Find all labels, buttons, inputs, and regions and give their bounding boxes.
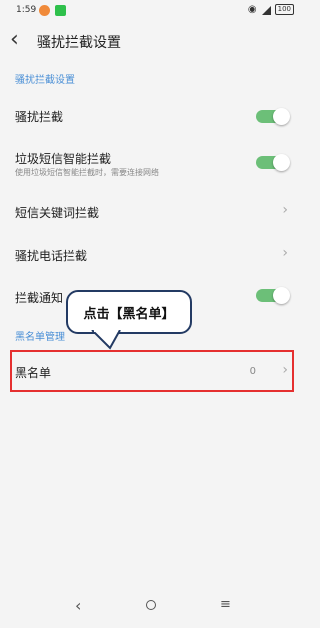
page-title: 骚扰拦截设置: [37, 35, 121, 51]
callout-pointer: [91, 330, 121, 350]
highlight-frame: [10, 350, 294, 392]
row-keyword-block[interactable]: 短信关键词拦截 ›: [0, 192, 302, 232]
toggle-knob: [273, 154, 290, 171]
signal-icon: [261, 5, 271, 15]
nav-menu-icon[interactable]: ≡: [220, 597, 231, 612]
callout-text: 点击【黑名单】: [83, 307, 175, 322]
instruction-callout: 点击【黑名单】: [66, 290, 192, 350]
row-call-block-label: 骚扰电话拦截: [15, 249, 88, 263]
status-bar: 1:59 ◉ 100: [0, 0, 302, 22]
notify-toggle[interactable]: [256, 287, 290, 304]
row-spam-sms-label: 垃圾短信智能拦截: [15, 152, 112, 166]
back-arrow-icon[interactable]: ‹: [10, 29, 19, 51]
row-call-block[interactable]: 骚扰电话拦截 ›: [0, 236, 302, 276]
section-header-settings: 骚扰拦截设置: [15, 75, 75, 86]
nav-back-icon[interactable]: ‹: [75, 596, 81, 615]
row-keyword-block-label: 短信关键词拦截: [15, 206, 100, 220]
nav-home-icon[interactable]: [146, 600, 156, 610]
section-header-blacklist: 黑名单管理: [15, 332, 65, 343]
toggle-knob: [273, 108, 290, 125]
status-time: 1:59: [16, 5, 37, 15]
row-spam-sms[interactable]: 垃圾短信智能拦截 使用垃圾短信智能拦截时，需要连接网络: [0, 140, 302, 184]
chevron-right-icon: ›: [282, 245, 288, 261]
status-indicators: ◉ 100: [248, 4, 294, 15]
row-harass-block[interactable]: 骚扰拦截: [0, 96, 302, 136]
navigation-bar: ‹ ≡: [0, 590, 302, 622]
toggle-knob: [273, 287, 290, 304]
chevron-right-icon: ›: [282, 202, 288, 218]
wifi-icon: ◉: [247, 4, 257, 15]
row-spam-sms-subtitle: 使用垃圾短信智能拦截时，需要连接网络: [15, 168, 159, 177]
row-notify-label: 拦截通知: [15, 291, 64, 305]
notification-app-icon: [39, 5, 50, 16]
notification-message-icon: [55, 5, 66, 16]
title-bar: ‹ 骚扰拦截设置: [0, 25, 302, 57]
harass-block-toggle[interactable]: [256, 108, 290, 125]
spam-sms-toggle[interactable]: [256, 154, 290, 171]
battery-icon: 100: [274, 4, 294, 15]
row-harass-block-label: 骚扰拦截: [15, 110, 64, 124]
